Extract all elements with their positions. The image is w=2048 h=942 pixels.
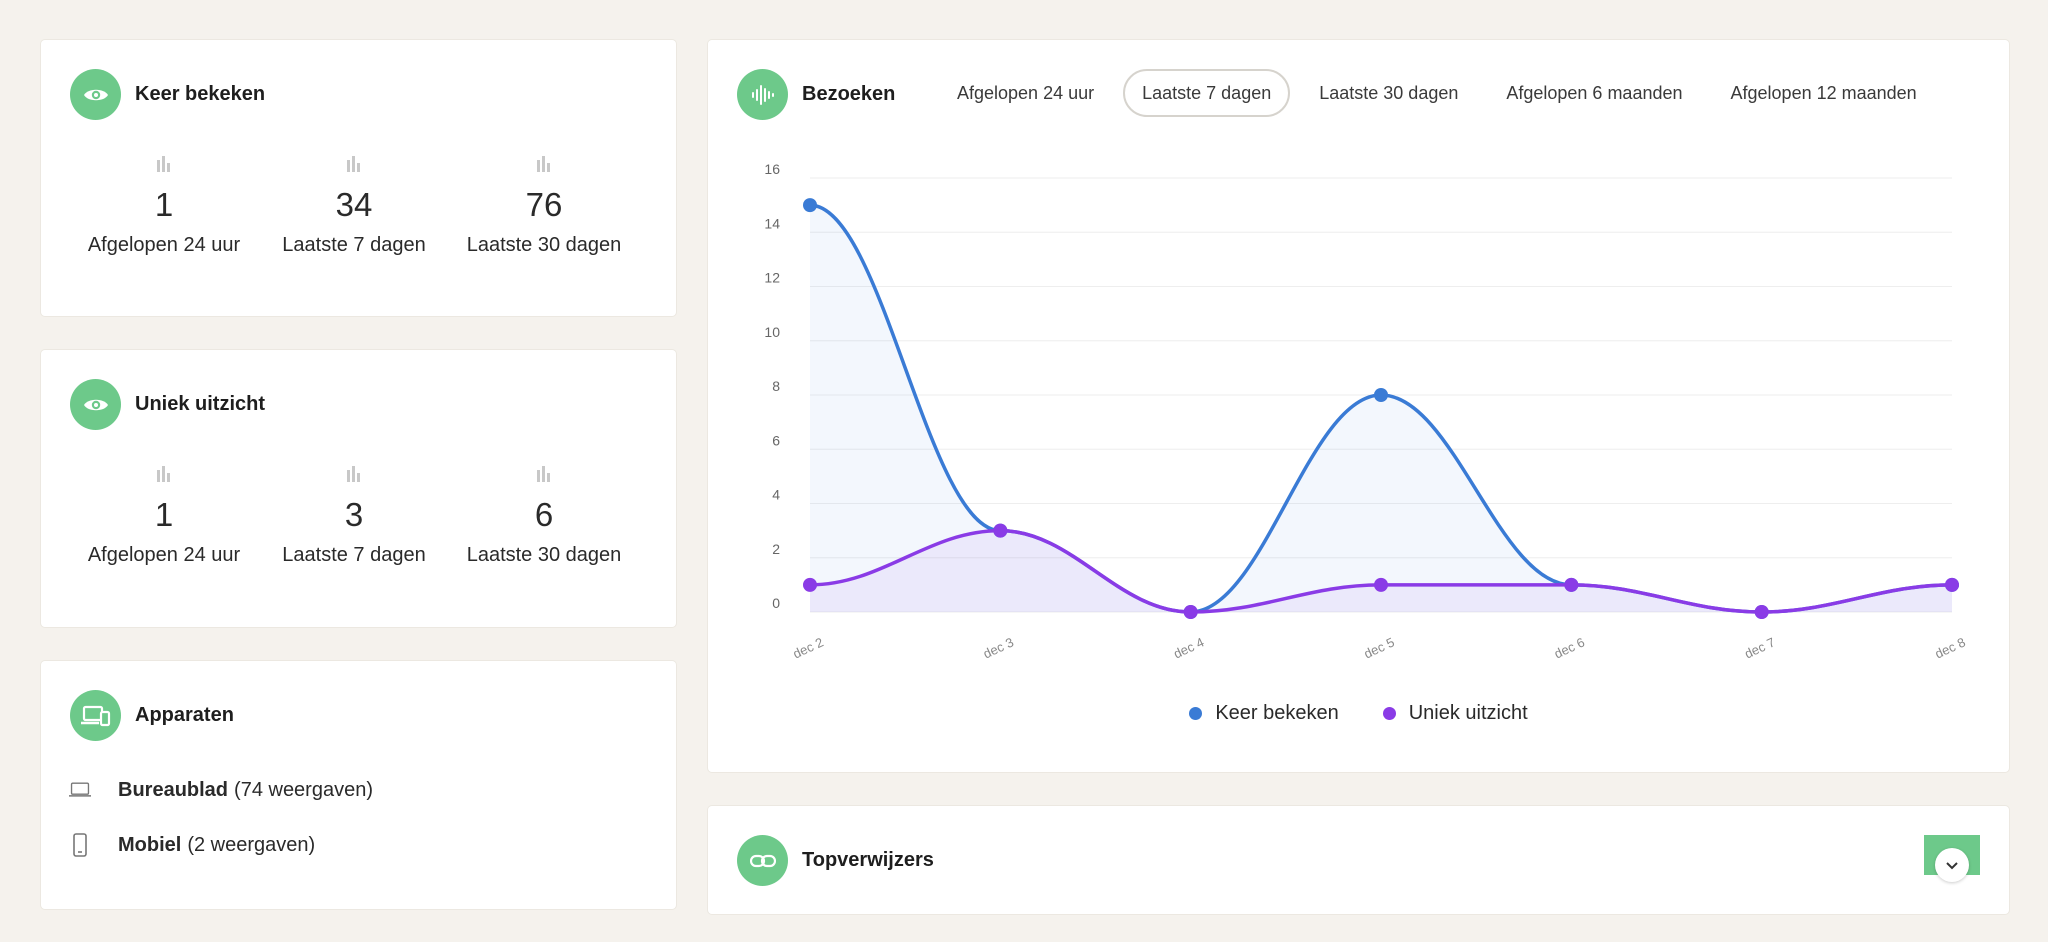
- stat-label: Laatste 30 dagen: [466, 234, 622, 256]
- bar-chart-icon: [69, 466, 259, 488]
- stat-label: Laatste 30 dagen: [466, 544, 622, 566]
- stat-value: 1: [154, 186, 174, 223]
- views-card: Keer bekeken 1 Afgelopen 24 uur 34 Laats…: [41, 40, 676, 316]
- eye-icon: [70, 69, 121, 120]
- device-desktop: Bureaublad (74 weergaven): [69, 775, 373, 805]
- views-stat-30d: 76 Laatste 30 dagen: [449, 156, 639, 257]
- chevron-down-icon: [1935, 848, 1969, 882]
- device-name: Mobiel: [118, 833, 182, 856]
- devices-card-header: Apparaten: [70, 690, 234, 741]
- legend-item-unique[interactable]: Uniek uitzicht: [1382, 702, 1528, 725]
- stat-value: 6: [534, 496, 554, 533]
- device-mobile: Mobiel (2 weergaven): [69, 830, 373, 860]
- y-tick-label: 8: [772, 378, 780, 394]
- visits-card: Bezoeken Afgelopen 24 uur Laatste 7 dage…: [708, 40, 2009, 772]
- stat-label: Laatste 7 dagen: [282, 234, 426, 256]
- legend-dot: [1189, 707, 1203, 720]
- views-stat-7d: 34 Laatste 7 dagen: [259, 156, 449, 257]
- y-tick-label: 4: [772, 487, 780, 503]
- stat-value: 76: [525, 186, 563, 223]
- unique-views-card: Uniek uitzicht 1 Afgelopen 24 uur 3 Laat…: [41, 350, 676, 627]
- y-tick-label: 12: [764, 270, 780, 286]
- data-point: [993, 523, 1008, 538]
- bar-chart-icon: [259, 466, 449, 488]
- bar-chart-icon: [449, 466, 639, 488]
- x-tick-label: dec 8: [1933, 634, 1968, 661]
- x-tick-label: dec 4: [1171, 634, 1206, 661]
- bar-chart-icon: [259, 156, 449, 178]
- device-count: (74 weergaven): [234, 778, 373, 801]
- devices-card: Apparaten Bureaublad (74 weergaven) Mobi…: [41, 661, 676, 909]
- views-stats: 1 Afgelopen 24 uur 34 Laatste 7 dagen 76…: [69, 156, 649, 257]
- legend-label: Uniek uitzicht: [1408, 702, 1528, 724]
- stat-label: Afgelopen 24 uur: [87, 544, 241, 566]
- stat-label: Afgelopen 24 uur: [87, 234, 241, 256]
- bar-chart-icon: [449, 156, 639, 178]
- views-stat-24h: 1 Afgelopen 24 uur: [69, 156, 259, 257]
- legend-item-views[interactable]: Keer bekeken: [1189, 702, 1339, 725]
- unique-stat-24h: 1 Afgelopen 24 uur: [69, 466, 259, 567]
- views-card-header: Keer bekeken: [70, 69, 265, 120]
- device-name: Bureaublad: [118, 778, 229, 801]
- eye-icon: [70, 379, 121, 430]
- x-tick-label: dec 5: [1362, 634, 1397, 661]
- referrers-card-header: Topverwijzers: [737, 835, 934, 886]
- unique-stat-30d: 6 Laatste 30 dagen: [449, 466, 639, 567]
- x-tick-label: dec 3: [981, 634, 1016, 661]
- link-icon: [737, 835, 788, 886]
- stat-value: 3: [344, 496, 364, 533]
- phone-icon: [69, 831, 91, 859]
- y-tick-label: 0: [772, 595, 780, 611]
- unique-card-title: Uniek uitzicht: [135, 393, 266, 415]
- unique-stat-7d: 3 Laatste 7 dagen: [259, 466, 449, 567]
- devices-icon: [70, 690, 121, 741]
- data-point: [1564, 577, 1579, 592]
- stat-value: 34: [335, 186, 373, 223]
- legend-dot: [1382, 707, 1396, 720]
- x-tick-label: dec 2: [791, 634, 826, 661]
- laptop-icon: [69, 776, 91, 804]
- legend-label: Keer bekeken: [1215, 702, 1339, 724]
- referrers-card-title: Topverwijzers: [802, 849, 934, 871]
- y-tick-label: 16: [764, 161, 780, 177]
- y-tick-label: 2: [772, 541, 780, 557]
- bar-chart-icon: [69, 156, 259, 178]
- views-card-title: Keer bekeken: [135, 83, 266, 105]
- data-point: [1374, 577, 1388, 592]
- chart-legend: Keer bekeken Uniek uitzicht: [708, 702, 2009, 725]
- unique-stats: 1 Afgelopen 24 uur 3 Laatste 7 dagen 6 L…: [69, 466, 649, 567]
- data-point: [1945, 577, 1959, 592]
- devices-list: Bureaublad (74 weergaven) Mobiel (2 weer…: [69, 775, 373, 885]
- visits-chart: 0 2 4 6 8 10 12 14 16 dec 2 dec 3 dec 4 dec 5 dec 6 de…: [764, 161, 1968, 661]
- y-tick-label: 14: [764, 215, 780, 231]
- stat-label: Laatste 7 dagen: [282, 544, 426, 566]
- device-count: (2 weergaven): [187, 833, 316, 856]
- data-point: [1183, 605, 1198, 619]
- unique-card-header: Uniek uitzicht: [70, 379, 265, 430]
- x-tick-label: dec 6: [1552, 634, 1587, 661]
- expand-button[interactable]: [1924, 835, 1980, 882]
- data-point: [803, 577, 817, 592]
- x-tick-label: dec 7: [1742, 634, 1777, 661]
- devices-card-title: Apparaten: [135, 704, 234, 726]
- y-tick-label: 6: [772, 432, 780, 448]
- data-point: [803, 198, 817, 213]
- data-point: [1754, 605, 1769, 619]
- stat-value: 1: [154, 496, 174, 533]
- data-point: [1374, 388, 1388, 402]
- y-tick-label: 10: [764, 324, 780, 340]
- referrers-card: Topverwijzers: [708, 806, 2009, 914]
